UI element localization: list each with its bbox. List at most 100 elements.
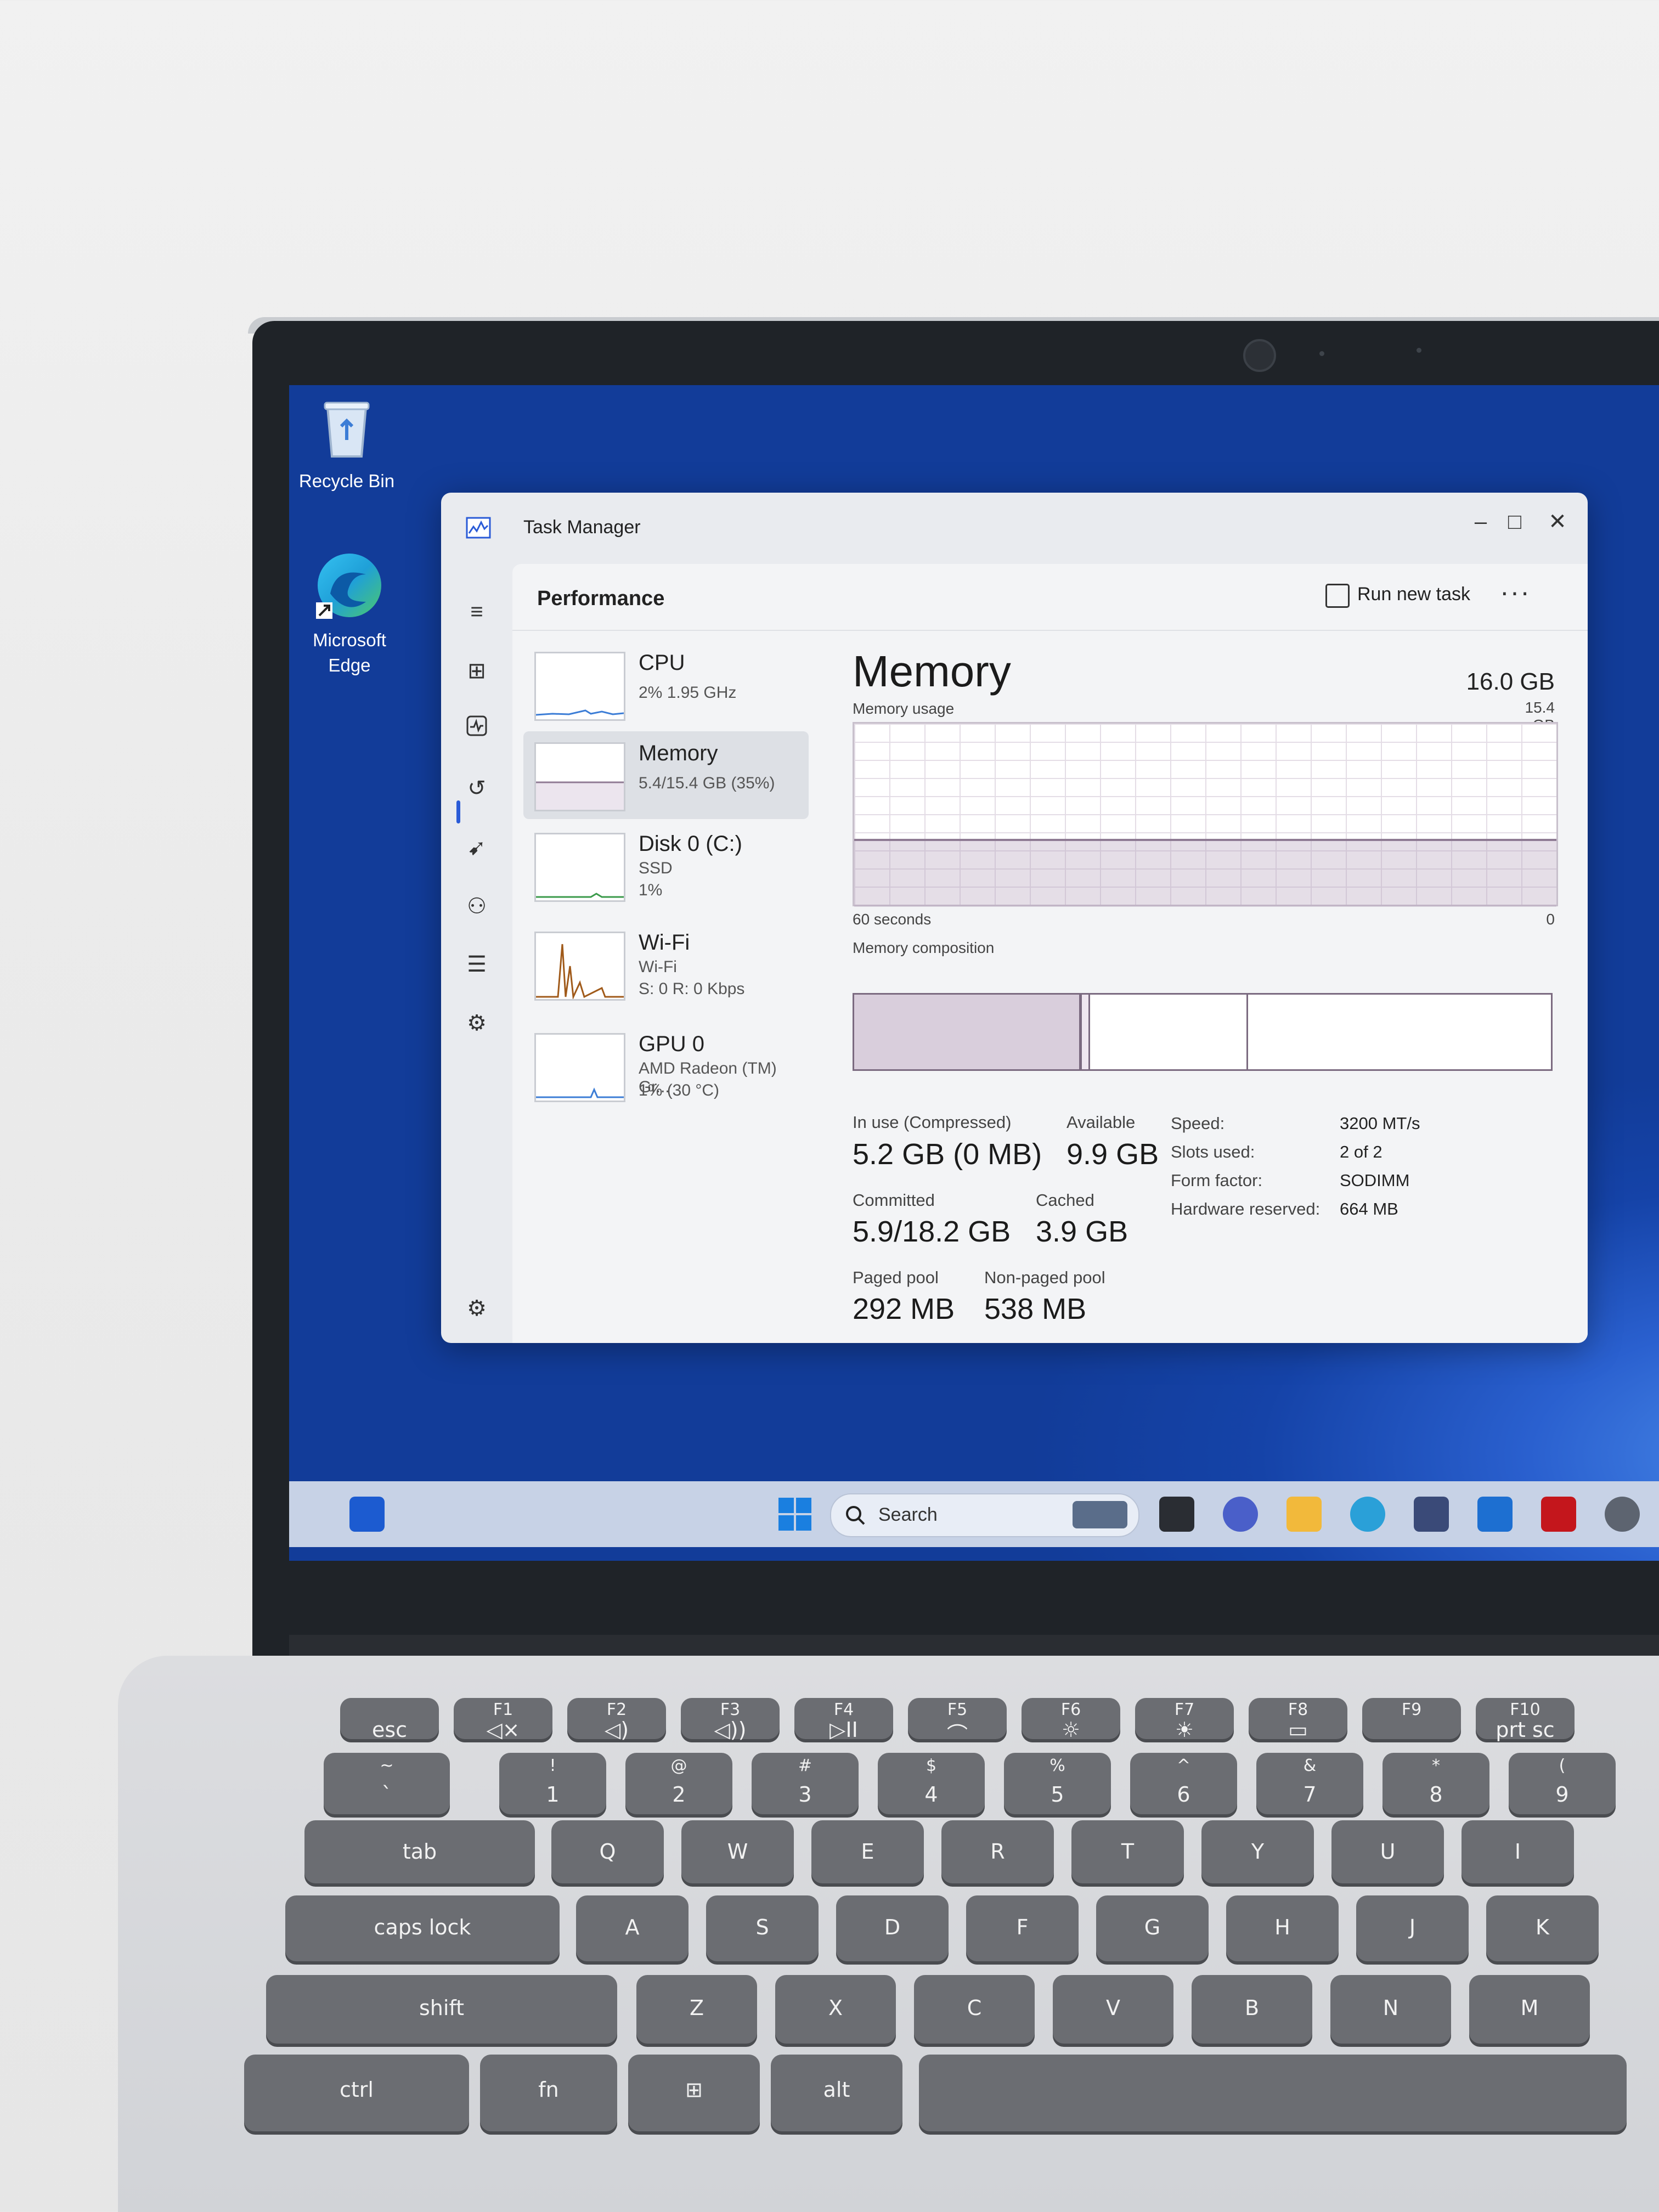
file-explorer-icon[interactable]	[1286, 1497, 1322, 1532]
startup-apps-icon[interactable]: ➹	[462, 833, 492, 862]
key-label: B	[1244, 1995, 1260, 2020]
title-bar[interactable]: Task Manager – □ ✕	[441, 493, 1588, 564]
key[interactable]: ⌒ F5	[908, 1698, 1007, 1747]
settings-icon[interactable]: ⚙	[462, 1294, 492, 1323]
more-options-button[interactable]: ···	[1500, 576, 1531, 608]
key-sublabel: (	[1559, 1756, 1566, 1775]
details-icon[interactable]: ☰	[462, 950, 492, 979]
key[interactable]	[919, 2055, 1627, 2131]
key-label: C	[967, 1995, 982, 2020]
hamburger-menu-icon[interactable]: ≡	[462, 597, 492, 627]
key[interactable]: ⊞	[628, 2055, 760, 2131]
edge-shortcut[interactable]: Microsoft Edge	[300, 550, 399, 678]
key[interactable]: ◁)) F3	[681, 1698, 780, 1742]
key[interactable]: ` ~	[324, 1753, 450, 1814]
key[interactable]: V	[1053, 1975, 1173, 2044]
widgets-icon[interactable]	[349, 1497, 385, 1532]
resource-title: Disk 0 (C:)	[639, 832, 742, 856]
key[interactable]: 7 &	[1256, 1753, 1363, 1814]
key[interactable]: prt sc F10	[1476, 1698, 1575, 1742]
maximize-button[interactable]: □	[1496, 503, 1534, 541]
key[interactable]: U	[1331, 1820, 1444, 1883]
key[interactable]: D	[836, 1895, 949, 1961]
key[interactable]: ctrl	[244, 2055, 469, 2131]
key-sublabel: F9	[1401, 1700, 1422, 1719]
key[interactable]: F	[966, 1895, 1079, 1961]
key-label: J	[1409, 1915, 1416, 1939]
resource-item-wifi[interactable]: Wi-Fi Wi-Fi S: 0 R: 0 Kbps	[523, 921, 809, 1008]
close-button[interactable]: ✕	[1538, 503, 1577, 541]
key[interactable]: T	[1071, 1820, 1184, 1883]
key[interactable]: 5%	[1004, 1753, 1111, 1814]
app-history-icon[interactable]: ↺	[462, 774, 492, 803]
key[interactable]: A	[576, 1895, 689, 1961]
resource-item-cpu[interactable]: CPU 2% 1.95 GHz	[523, 641, 809, 729]
key[interactable]: M	[1469, 1975, 1590, 2044]
key[interactable]: fn	[480, 2055, 617, 2131]
key[interactable]: X	[775, 1975, 896, 2044]
key[interactable]: W	[681, 1820, 794, 1883]
key[interactable]: ▭ F8	[1249, 1698, 1347, 1742]
key[interactable]: E	[811, 1820, 924, 1883]
key[interactable]: shift	[266, 1975, 617, 2044]
key[interactable]: H	[1226, 1895, 1339, 1961]
resource-item-disk[interactable]: Disk 0 (C:) SSD 1%	[523, 822, 809, 910]
key[interactable]: Y	[1201, 1820, 1314, 1883]
detail-title: Memory	[853, 647, 1011, 696]
chat-icon[interactable]	[1223, 1497, 1258, 1532]
store-icon[interactable]	[1414, 1497, 1449, 1532]
resource-item-memory[interactable]: Memory 5.4/15.4 GB (35%)	[523, 731, 809, 819]
key[interactable]: C	[914, 1975, 1035, 2044]
key[interactable]: ☼ F6	[1022, 1698, 1120, 1742]
task-view-icon[interactable]	[1159, 1497, 1194, 1532]
key[interactable]: G	[1096, 1895, 1209, 1961]
key[interactable]: Q	[551, 1820, 664, 1883]
run-new-task-button[interactable]: Run new task	[1357, 584, 1470, 605]
key[interactable]: 3 #	[752, 1753, 859, 1814]
key-sublabel: $	[926, 1756, 937, 1775]
minimize-button[interactable]: –	[1462, 503, 1500, 541]
key[interactable]: esc	[340, 1698, 439, 1742]
key-label: ⌒	[946, 1723, 968, 1747]
key[interactable]: ☀ F7	[1135, 1698, 1234, 1742]
services-icon[interactable]: ⚙	[462, 1008, 492, 1038]
key-sublabel: F4	[833, 1700, 854, 1719]
mcafee-icon[interactable]	[1541, 1497, 1576, 1532]
users-icon[interactable]: ⚇	[462, 891, 492, 921]
start-button-icon[interactable]	[777, 1497, 812, 1532]
key-label: 4	[924, 1782, 938, 1807]
key[interactable]: 9(	[1509, 1753, 1616, 1814]
key[interactable]: ▷II F4	[794, 1698, 893, 1742]
key[interactable]: S	[706, 1895, 819, 1961]
key[interactable]: 8 *	[1383, 1753, 1489, 1814]
key[interactable]: tab	[304, 1820, 535, 1883]
edge-taskbar-icon[interactable]	[1350, 1497, 1385, 1532]
key[interactable]: Z	[636, 1975, 757, 2044]
key[interactable]: N	[1330, 1975, 1451, 2044]
key[interactable]: caps lock	[285, 1895, 560, 1961]
key[interactable]: ◁) F2	[567, 1698, 666, 1742]
key[interactable]: 1!	[499, 1753, 606, 1814]
processes-icon[interactable]: ⊞	[462, 656, 492, 686]
taskbar: Search	[289, 1481, 1659, 1547]
key[interactable]: 4 $	[878, 1753, 985, 1814]
dell-icon[interactable]	[1477, 1497, 1513, 1532]
key[interactable]: I	[1462, 1820, 1574, 1883]
performance-icon[interactable]	[462, 715, 492, 744]
key[interactable]: 2 @	[625, 1753, 732, 1814]
key-label: ctrl	[340, 2078, 374, 2102]
key[interactable]: K	[1486, 1895, 1599, 1961]
key-label: ◁))	[714, 1718, 747, 1742]
resource-item-gpu[interactable]: GPU 0 AMD Radeon (TM) Gr... 1% (30 °C)	[523, 1022, 809, 1110]
key[interactable]: alt	[771, 2055, 902, 2131]
key[interactable]: R	[941, 1820, 1054, 1883]
settings-taskbar-icon[interactable]	[1605, 1497, 1640, 1532]
key[interactable]: B	[1192, 1975, 1312, 2044]
key[interactable]: J	[1356, 1895, 1469, 1961]
search-placeholder: Search	[878, 1504, 938, 1525]
recycle-bin-shortcut[interactable]: Recycle Bin	[297, 396, 396, 494]
key[interactable]: ◁× F1	[454, 1698, 552, 1742]
key[interactable]: F9	[1362, 1698, 1461, 1739]
taskbar-search-box[interactable]: Search	[830, 1493, 1139, 1537]
key[interactable]: 6 ^	[1130, 1753, 1237, 1814]
